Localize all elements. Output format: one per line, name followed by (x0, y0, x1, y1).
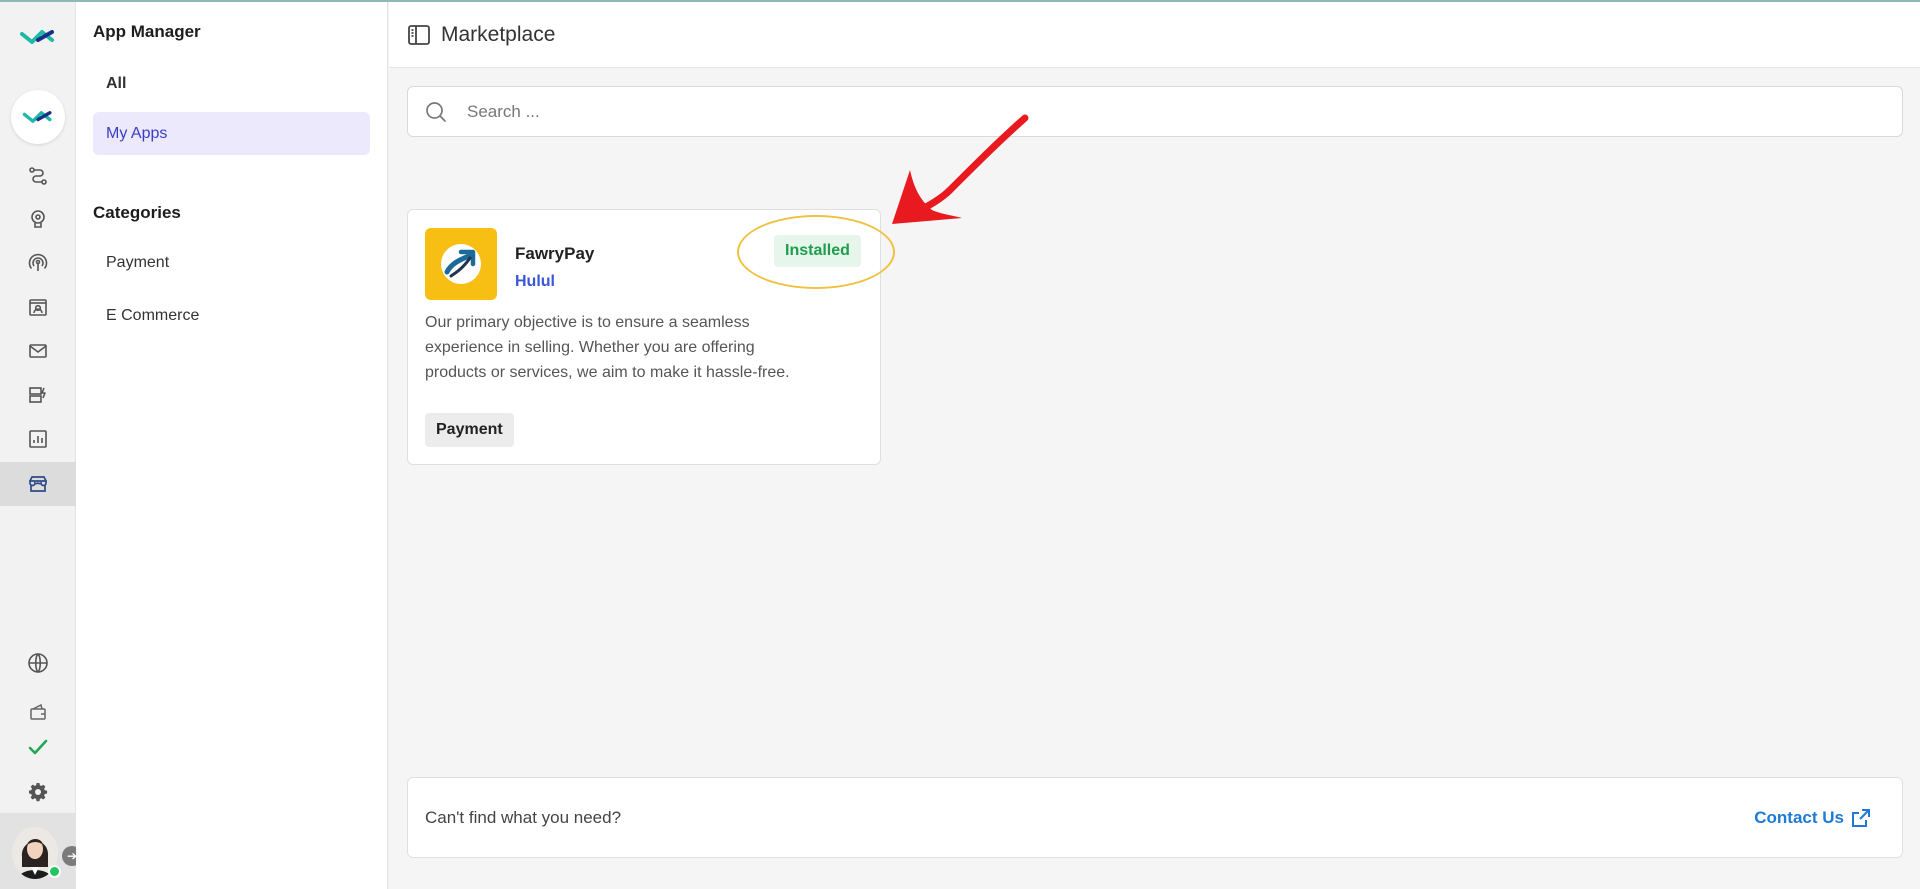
app-description-line: Our primary objective is to ensure a sea… (425, 314, 750, 331)
annotation-highlight-circle (737, 215, 895, 289)
external-link-icon (1850, 807, 1872, 829)
marketplace-icon[interactable] (0, 462, 76, 506)
help-text: Can't find what you need? (425, 807, 622, 827)
check-icon[interactable] (0, 727, 76, 767)
broadcast-icon[interactable] (0, 243, 76, 283)
search-input[interactable] (467, 101, 1847, 122)
globe-icon[interactable] (0, 643, 76, 683)
icon-rail: ➔ (0, 2, 82, 889)
annotation-arrow-icon (892, 114, 1029, 224)
ideas-icon[interactable] (0, 199, 76, 239)
organization-avatar[interactable] (11, 90, 65, 144)
help-footer: Can't find what you need? Contact Us (407, 777, 1903, 858)
main-content: Marketplace FawryPay Hulul Installed Our… (389, 2, 1920, 889)
settings-gear-icon[interactable] (0, 772, 76, 812)
sidebar-item-all[interactable]: All (93, 62, 370, 105)
app-logo (425, 228, 497, 300)
mail-icon[interactable] (0, 331, 76, 371)
app-manager-sidebar: App Manager All My Apps Categories Payme… (76, 2, 388, 889)
app-description: Our primary objective is to ensure a sea… (425, 310, 865, 385)
app-manager-heading: App Manager (93, 22, 201, 41)
wallet-icon[interactable] (0, 692, 76, 732)
sidebar-item-my-apps[interactable]: My Apps (93, 112, 370, 155)
app-description-line: products or services, we aim to make it … (425, 364, 790, 381)
app-description-line: experience in selling. Whether you are o… (425, 339, 755, 356)
sidebar-toggle-icon[interactable] (407, 24, 431, 46)
categories-heading: Categories (93, 203, 181, 222)
app-name: FawryPay (515, 244, 595, 263)
contacts-icon[interactable] (0, 287, 76, 327)
routes-icon[interactable] (0, 156, 76, 196)
search-bar[interactable] (407, 86, 1903, 137)
app-vendor-link[interactable]: Hulul (515, 273, 555, 291)
category-item-payment[interactable]: Payment (93, 241, 370, 284)
category-item-e-commerce[interactable]: E Commerce (93, 294, 370, 337)
page-title: Marketplace (441, 22, 556, 46)
app-category-tag: Payment (425, 413, 514, 447)
search-icon (425, 101, 447, 123)
user-profile[interactable]: ➔ (0, 813, 82, 889)
contact-us-label: Contact Us (1754, 807, 1844, 827)
online-status-dot (48, 865, 61, 878)
automation-icon[interactable] (0, 375, 76, 415)
contact-us-link[interactable]: Contact Us (1754, 807, 1872, 829)
brand-logo[interactable] (18, 24, 58, 50)
reports-icon[interactable] (0, 419, 76, 459)
page-header: Marketplace (389, 2, 1920, 68)
